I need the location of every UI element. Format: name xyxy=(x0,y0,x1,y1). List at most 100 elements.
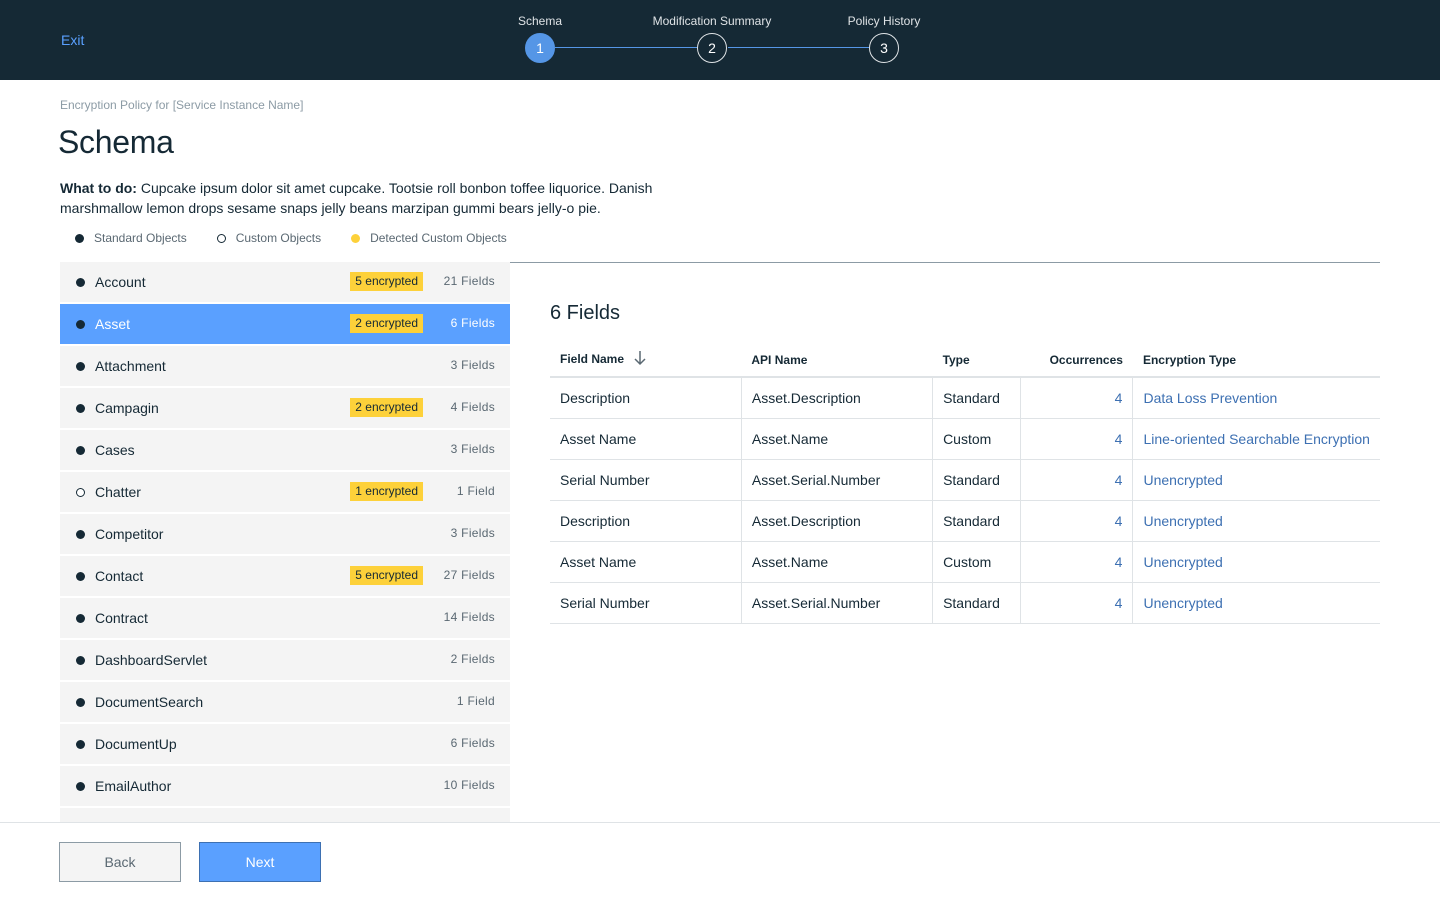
step-2-circle[interactable]: 2 xyxy=(697,33,727,63)
exit-link[interactable]: Exit xyxy=(61,32,84,48)
type-cell: Custom xyxy=(932,418,1021,460)
object-list: Account 5 encrypted 21 Fields Asset 2 encryp… xyxy=(60,262,510,822)
filled-dot-icon xyxy=(76,697,85,707)
encryption-type-link[interactable]: Data Loss Prevention xyxy=(1132,377,1380,419)
legend-detected: Detected Custom Objects xyxy=(351,231,507,245)
yellow-dot-icon xyxy=(351,233,361,243)
type-cell: Standard xyxy=(932,582,1021,624)
field-name-cell: Serial Number xyxy=(550,459,742,501)
object-list-item[interactable]: Campagin 2 encrypted 4 Fields xyxy=(60,388,510,428)
api-name-cell: Asset.Description xyxy=(740,500,933,542)
occurrences-link[interactable]: 4 xyxy=(1019,377,1133,419)
object-list-item[interactable]: EmailAuthor 10 Fields xyxy=(60,766,510,806)
step-label-schema: Schema xyxy=(517,14,563,28)
back-button[interactable]: Back xyxy=(59,842,181,882)
step-1-circle[interactable]: 1 xyxy=(525,33,555,63)
top-bar: Exit Schema 1 Modification Summary 2 Pol… xyxy=(0,0,1440,80)
table-row: Description Asset.Description Standard 4 Une… xyxy=(550,500,1380,542)
field-count: 1 Field xyxy=(456,484,495,498)
field-name-cell: Asset Name xyxy=(550,541,742,583)
encryption-type-link[interactable]: Unencrypted xyxy=(1132,459,1380,501)
object-name: Asset xyxy=(95,316,131,332)
object-list-item[interactable]: Contact 5 encrypted 27 Fields xyxy=(60,556,510,596)
encryption-type-link[interactable]: Unencrypted xyxy=(1132,582,1380,624)
api-name-cell: Asset.Name xyxy=(740,418,933,460)
object-name: EmailAuthor xyxy=(95,778,172,794)
step-label-modification-summary: Modification Summary xyxy=(652,14,772,28)
panel-divider xyxy=(510,262,1380,263)
next-button[interactable]: Next xyxy=(199,842,321,882)
column-header-api-name[interactable]: API Name xyxy=(741,343,933,378)
encryption-type-link[interactable]: Line-oriented Searchable Encryption xyxy=(1132,418,1380,460)
filled-dot-icon xyxy=(76,571,85,581)
occurrences-link[interactable]: 4 xyxy=(1019,500,1133,542)
object-name: Contract xyxy=(95,610,148,626)
object-list-item[interactable]: EmailAuthor1 Field xyxy=(60,808,510,822)
object-name: Chatter xyxy=(95,484,141,500)
object-name: DocumentUp xyxy=(95,736,177,752)
occurrences-link[interactable]: 4 xyxy=(1019,418,1133,460)
filled-dot-icon xyxy=(76,277,85,287)
object-list-item[interactable]: DocumentUp 6 Fields xyxy=(60,724,510,764)
legend-standard: Standard Objects xyxy=(75,231,187,245)
table-row: Asset Name Asset.Name Custom 4 Unencrypted xyxy=(550,541,1380,583)
filled-dot-icon xyxy=(76,319,85,329)
encryption-type-link[interactable]: Unencrypted xyxy=(1132,541,1380,583)
field-count: 10 Fields xyxy=(443,778,495,792)
field-count: 6 Fields xyxy=(450,736,495,750)
hollow-dot-icon xyxy=(216,233,226,243)
column-header-type[interactable]: Type xyxy=(932,343,1021,378)
step-3-circle[interactable]: 3 xyxy=(869,33,899,63)
occurrences-link[interactable]: 4 xyxy=(1019,582,1133,624)
encrypted-badge: 5 encrypted xyxy=(350,566,423,585)
field-count: 6 Fields xyxy=(450,316,495,330)
api-name-cell: Asset.Description xyxy=(740,377,933,419)
object-name: Cases xyxy=(95,442,135,458)
object-list-item[interactable]: DocumentSearch 1 Field xyxy=(60,682,510,722)
filled-dot-icon xyxy=(76,613,85,623)
object-list-item[interactable]: Competitor 3 Fields xyxy=(60,514,510,554)
column-header-occurrences[interactable]: Occurrences xyxy=(1020,343,1133,378)
filled-dot-icon xyxy=(76,445,85,455)
fields-table: Field Name API Name Type Occurrences Enc… xyxy=(550,343,1380,624)
step-connector xyxy=(728,47,869,48)
column-header-encryption-type[interactable]: Encryption Type xyxy=(1132,343,1380,378)
encrypted-badge: 2 encrypted xyxy=(350,314,423,333)
api-name-cell: Asset.Name xyxy=(740,541,933,583)
field-count: 3 Fields xyxy=(450,358,495,372)
object-list-item[interactable]: Account 5 encrypted 21 Fields xyxy=(60,262,510,302)
encrypted-badge: 1 encrypted xyxy=(350,482,423,501)
breadcrumb: Encryption Policy for [Service Instance … xyxy=(60,98,304,112)
object-list-item[interactable]: Attachment 3 Fields xyxy=(60,346,510,386)
legend-custom-label: Custom Objects xyxy=(235,231,322,245)
object-legend: Standard Objects Custom Objects Detected… xyxy=(75,231,507,245)
object-name: Competitor xyxy=(95,526,164,542)
field-count: 2 Fields xyxy=(450,652,495,666)
instructions: What to do: Cupcake ipsum dolor sit amet… xyxy=(60,178,670,218)
legend-detected-label: Detected Custom Objects xyxy=(370,231,507,245)
sort-down-arrow-icon[interactable] xyxy=(634,350,646,369)
field-count: 3 Fields xyxy=(450,442,495,456)
hollow-dot-icon xyxy=(76,487,85,497)
object-list-item[interactable]: DashboardServlet 2 Fields xyxy=(60,640,510,680)
encryption-type-link[interactable]: Unencrypted xyxy=(1132,500,1380,542)
table-row: Description Asset.Description Standard 4 Dat… xyxy=(550,377,1380,419)
object-list-item[interactable]: Chatter 1 encrypted 1 Field xyxy=(60,472,510,512)
filled-dot-icon xyxy=(76,529,85,539)
type-cell: Custom xyxy=(932,541,1021,583)
occurrences-link[interactable]: 4 xyxy=(1019,459,1133,501)
instructions-label: What to do: xyxy=(60,180,137,196)
legend-custom: Custom Objects xyxy=(216,231,322,245)
column-header-field-name[interactable]: Field Name xyxy=(550,343,742,378)
field-count: 27 Fields xyxy=(443,568,495,582)
type-cell: Standard xyxy=(932,377,1021,419)
object-list-item[interactable]: Asset 2 encrypted 6 Fields xyxy=(60,304,510,344)
instructions-text: Cupcake ipsum dolor sit amet cupcake. To… xyxy=(60,180,653,216)
table-header-row: Field Name API Name Type Occurrences Enc… xyxy=(550,343,1380,378)
object-name: Campagin xyxy=(95,400,159,416)
filled-dot-icon xyxy=(76,655,85,665)
object-list-item[interactable]: Cases 3 Fields xyxy=(60,430,510,470)
object-list-item[interactable]: Contract 14 Fields xyxy=(60,598,510,638)
occurrences-link[interactable]: 4 xyxy=(1019,541,1133,583)
object-name: DocumentSearch xyxy=(95,694,204,710)
